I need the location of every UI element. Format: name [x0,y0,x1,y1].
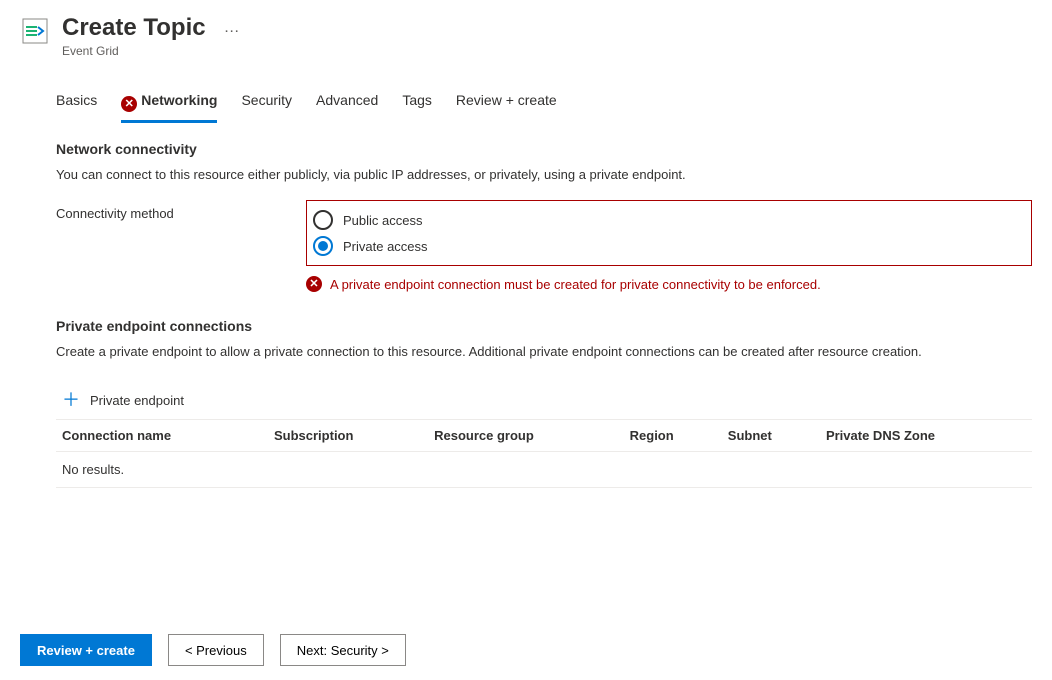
col-subnet[interactable]: Subnet [722,420,820,452]
connectivity-method-label: Connectivity method [56,200,306,221]
validation-message: ✕ A private endpoint connection must be … [306,276,1032,292]
add-private-endpoint-button[interactable]: ＋ Private endpoint [56,377,1032,419]
more-actions-button[interactable]: … [218,14,244,36]
col-resource-group[interactable]: Resource group [428,420,624,452]
col-region[interactable]: Region [624,420,722,452]
tab-review-create[interactable]: Review + create [456,84,557,122]
page-title: Create Topic [62,14,206,42]
previous-button[interactable]: < Previous [168,634,264,666]
connectivity-method-radio-group: Public access Private access [306,200,1032,266]
tab-advanced[interactable]: Advanced [316,84,378,122]
tab-tags[interactable]: Tags [402,84,432,122]
add-private-endpoint-label: Private endpoint [90,393,184,408]
col-private-dns-zone[interactable]: Private DNS Zone [820,420,1032,452]
review-create-button[interactable]: Review + create [20,634,152,666]
error-icon: ✕ [121,96,137,112]
error-icon: ✕ [306,276,322,292]
section-network-connectivity-title: Network connectivity [56,141,1032,157]
network-connectivity-description: You can connect to this resource either … [56,167,1032,182]
radio-icon [313,210,333,230]
plus-icon: ＋ [62,391,80,409]
tab-basics[interactable]: Basics [56,84,97,122]
radio-private-access[interactable]: Private access [313,233,1023,259]
radio-public-label: Public access [333,213,422,228]
wizard-tabs: Basics ✕Networking Security Advanced Tag… [56,84,1032,123]
table-row: No results. [56,452,1032,488]
radio-private-label: Private access [333,239,428,254]
validation-text: A private endpoint connection must be cr… [330,277,821,292]
tab-security[interactable]: Security [241,84,292,122]
tab-networking[interactable]: ✕Networking [121,84,217,122]
empty-message: No results. [56,452,1032,488]
tab-networking-label: Networking [141,92,217,108]
private-endpoint-description: Create a private endpoint to allow a pri… [56,344,1032,359]
col-connection-name[interactable]: Connection name [56,420,268,452]
private-endpoint-table: Connection name Subscription Resource gr… [56,419,1032,488]
radio-icon [313,236,333,256]
page-subtitle: Event Grid [62,44,206,58]
col-subscription[interactable]: Subscription [268,420,428,452]
next-button[interactable]: Next: Security > [280,634,406,666]
event-grid-icon [20,16,50,46]
section-private-endpoint-title: Private endpoint connections [56,318,1032,334]
radio-public-access[interactable]: Public access [313,207,1023,233]
